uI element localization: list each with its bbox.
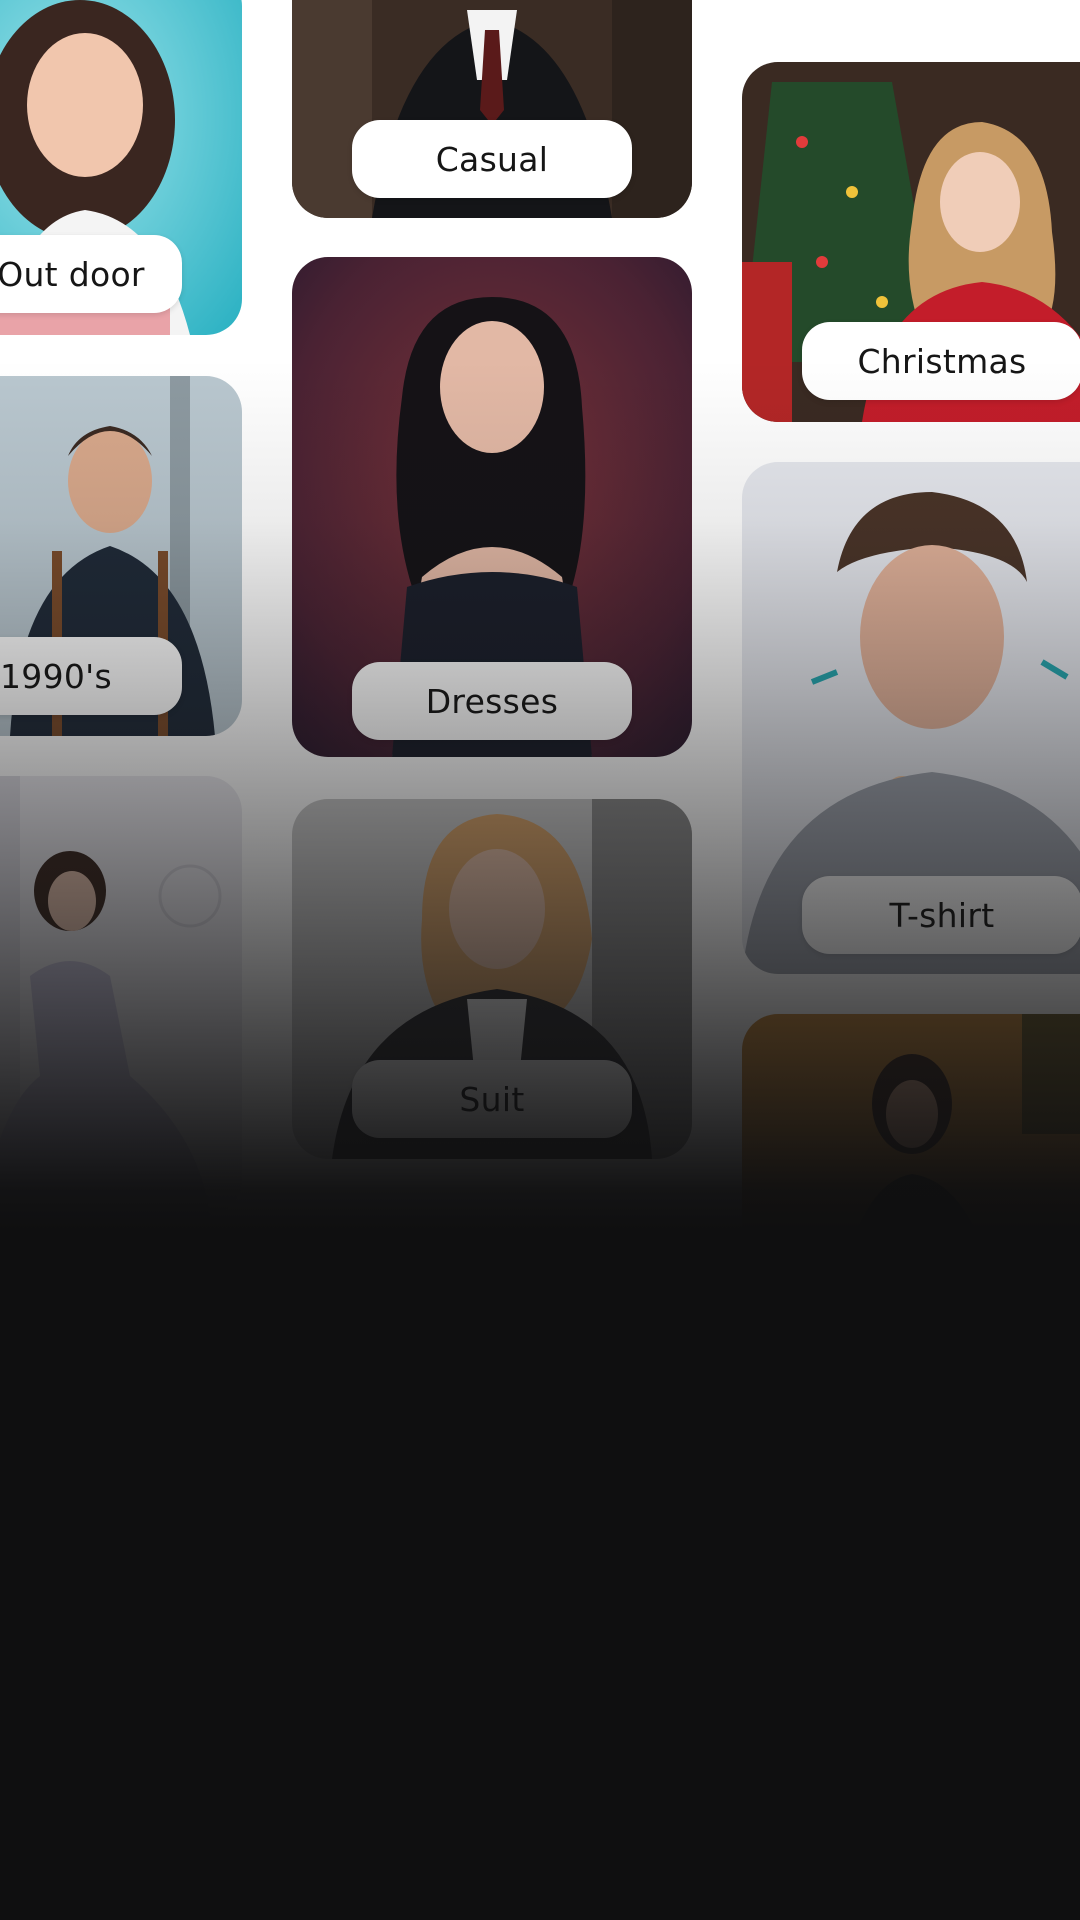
autumn-photo [742,1014,1080,1334]
category-card-casual[interactable]: Casual [292,0,692,218]
category-label-dresses: Dresses [352,662,632,740]
category-label-tshirt: T-shirt [802,876,1080,954]
category-card-nineties[interactable]: 1990's [0,376,242,736]
category-card-suit[interactable]: Suit [292,799,692,1159]
category-label-suit: Suit [352,1060,632,1138]
category-label-outdoor: Out door [0,235,182,313]
category-card-dresses[interactable]: Dresses [292,257,692,757]
category-card-autumn[interactable] [742,1014,1080,1334]
category-label-casual: Casual [352,120,632,198]
gown-photo [0,776,242,1216]
category-card-tshirt[interactable]: T-shirt [742,462,1080,974]
category-card-christmas[interactable]: Christmas [742,62,1080,422]
style-gallery: Out door 1990's Casual Dresses Suit Chri… [0,0,1080,1920]
category-card-outdoor[interactable]: Out door [0,0,242,335]
category-label-christmas: Christmas [802,322,1080,400]
category-label-nineties: 1990's [0,637,182,715]
category-card-gown[interactable] [0,776,242,1216]
